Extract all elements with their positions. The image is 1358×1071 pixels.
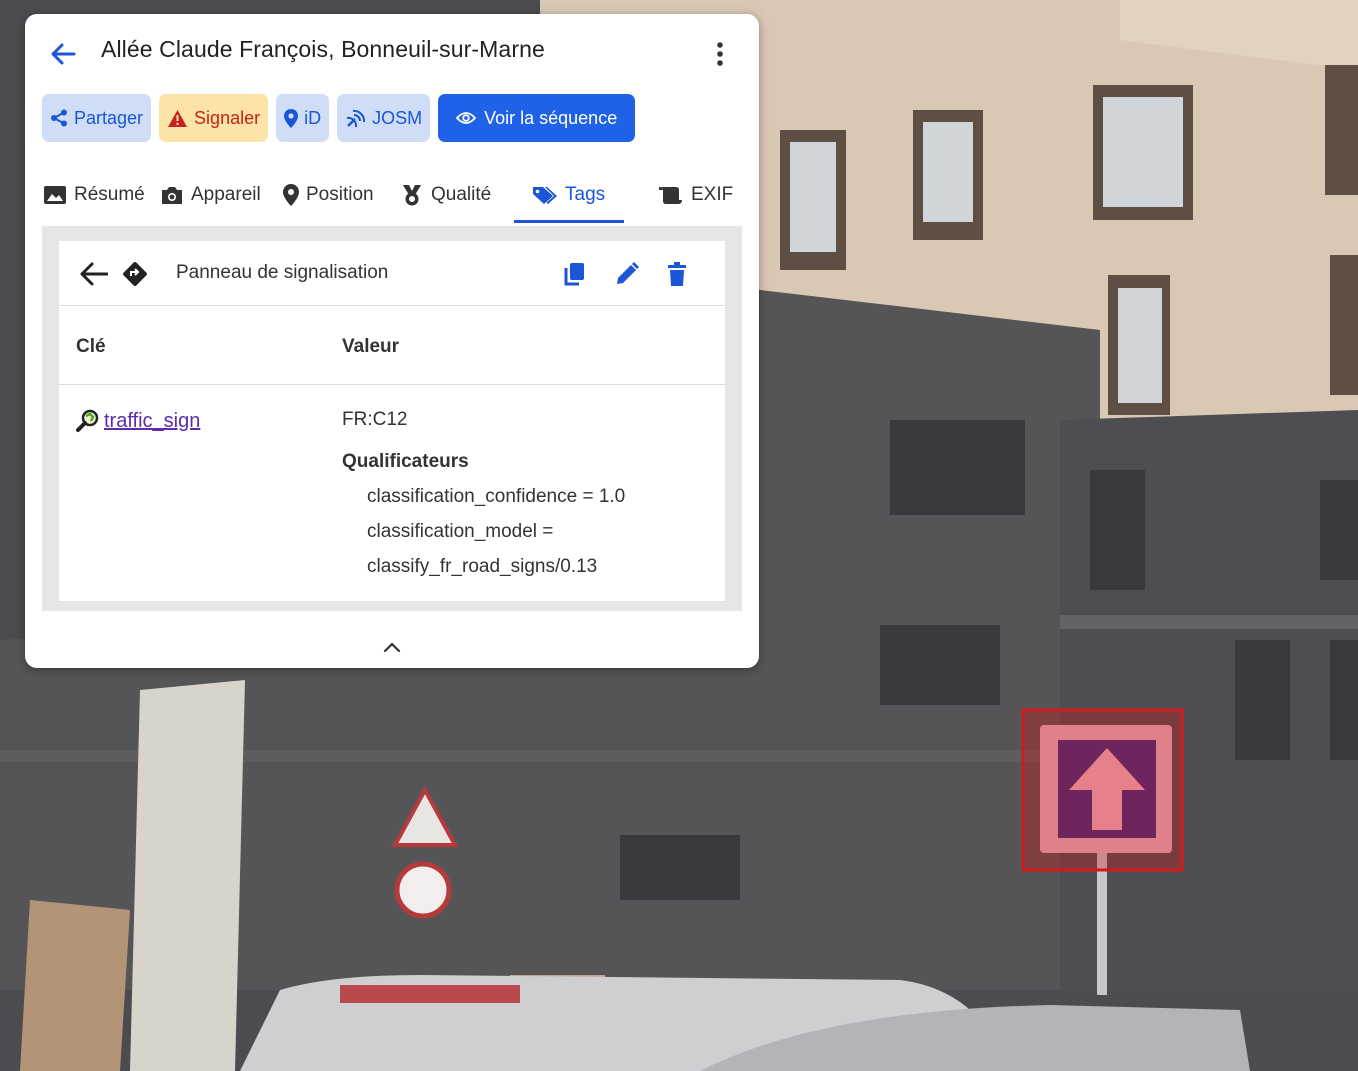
action-bar: Partager Signaler iD JOSM Voir la séquen… — [42, 94, 636, 142]
tab-bar: Résumé Appareil Position Qualité Tags EX… — [38, 166, 748, 226]
josm-button[interactable]: JOSM — [337, 94, 431, 142]
tag-key: traffic_sign — [76, 409, 200, 433]
traffic-sign-key-link[interactable]: traffic_sign — [104, 410, 200, 433]
map-pin-icon — [283, 184, 299, 206]
id-editor-button[interactable]: iD — [276, 94, 330, 142]
report-label: Signaler — [194, 107, 261, 128]
tab-tags[interactable]: Tags — [532, 166, 605, 224]
edit-button[interactable] — [612, 259, 642, 289]
tab-quality[interactable]: Qualité — [400, 166, 491, 224]
back-button[interactable] — [45, 38, 81, 70]
tag-card-title: Panneau de signalisation — [176, 262, 389, 283]
tag-back-button[interactable] — [77, 259, 111, 289]
id-editor-label: iD — [304, 107, 322, 128]
qualifier-line: classification_model = — [367, 521, 554, 542]
active-tab-indicator — [514, 220, 624, 223]
panel-header: Allée Claude François, Bonneuil-sur-Marn… — [25, 14, 759, 92]
tab-exif[interactable]: EXIF — [658, 166, 733, 224]
satellite-icon — [346, 109, 366, 127]
share-label: Partager — [74, 107, 144, 128]
tab-tags-label: Tags — [565, 184, 606, 205]
share-button[interactable]: Partager — [42, 94, 152, 142]
tab-position[interactable]: Position — [283, 166, 374, 224]
pencil-icon — [617, 262, 639, 284]
delete-button[interactable] — [662, 259, 692, 289]
table-header: Clé Valeur — [59, 306, 725, 385]
tab-summary[interactable]: Résumé — [43, 166, 145, 224]
medal-icon — [403, 185, 421, 206]
taginfo-magnifier-icon — [76, 409, 99, 432]
tag-card: Panneau de signalisation Clé Valeur traf… — [59, 241, 725, 601]
key-column-header: Clé — [76, 336, 106, 357]
page-title: Allée Claude François, Bonneuil-sur-Marn… — [101, 36, 545, 62]
trash-icon — [668, 262, 686, 286]
warning-icon — [168, 109, 188, 127]
camera-icon — [162, 187, 182, 204]
tab-position-label: Position — [306, 184, 374, 205]
detection-box[interactable] — [1021, 708, 1184, 872]
tags-icon — [533, 187, 557, 204]
report-button[interactable]: Signaler — [159, 94, 269, 142]
eye-icon — [456, 112, 477, 124]
scroll-icon — [659, 187, 682, 204]
more-vertical-icon — [717, 42, 723, 66]
map-pin-icon — [284, 108, 299, 128]
photo-info-panel: Allée Claude François, Bonneuil-sur-Marn… — [25, 14, 759, 668]
tab-device[interactable]: Appareil — [160, 166, 261, 224]
tags-content: Panneau de signalisation Clé Valeur traf… — [42, 226, 742, 611]
tab-exif-label: EXIF — [691, 184, 734, 205]
value-column-header: Valeur — [342, 336, 400, 357]
view-sequence-label: Voir la séquence — [484, 107, 618, 128]
copy-icon — [564, 263, 584, 286]
chevron-up-icon — [383, 642, 401, 653]
copy-button[interactable] — [559, 259, 589, 289]
qualifier-line: classification_confidence = 1.0 — [367, 486, 626, 507]
tab-device-label: Appareil — [191, 184, 261, 205]
tab-quality-label: Qualité — [431, 184, 492, 205]
josm-label: JOSM — [372, 107, 423, 128]
arrow-left-icon — [80, 262, 108, 286]
qualifier-line: classify_fr_road_signs/0.13 — [367, 556, 598, 577]
tag-card-header: Panneau de signalisation — [59, 241, 725, 306]
arrow-left-icon — [51, 43, 76, 65]
share-icon — [51, 109, 67, 127]
collapse-panel-button[interactable] — [379, 636, 405, 658]
tab-summary-label: Résumé — [74, 184, 145, 205]
table-row: traffic_sign FR:C12 Qualificateurs class… — [59, 385, 725, 601]
view-sequence-button[interactable]: Voir la séquence — [438, 94, 636, 142]
image-icon — [44, 186, 66, 204]
more-menu-button[interactable] — [705, 38, 735, 70]
qualifiers-title: Qualificateurs — [342, 451, 469, 472]
directions-icon — [121, 260, 149, 288]
tag-value: FR:C12 — [342, 409, 408, 430]
